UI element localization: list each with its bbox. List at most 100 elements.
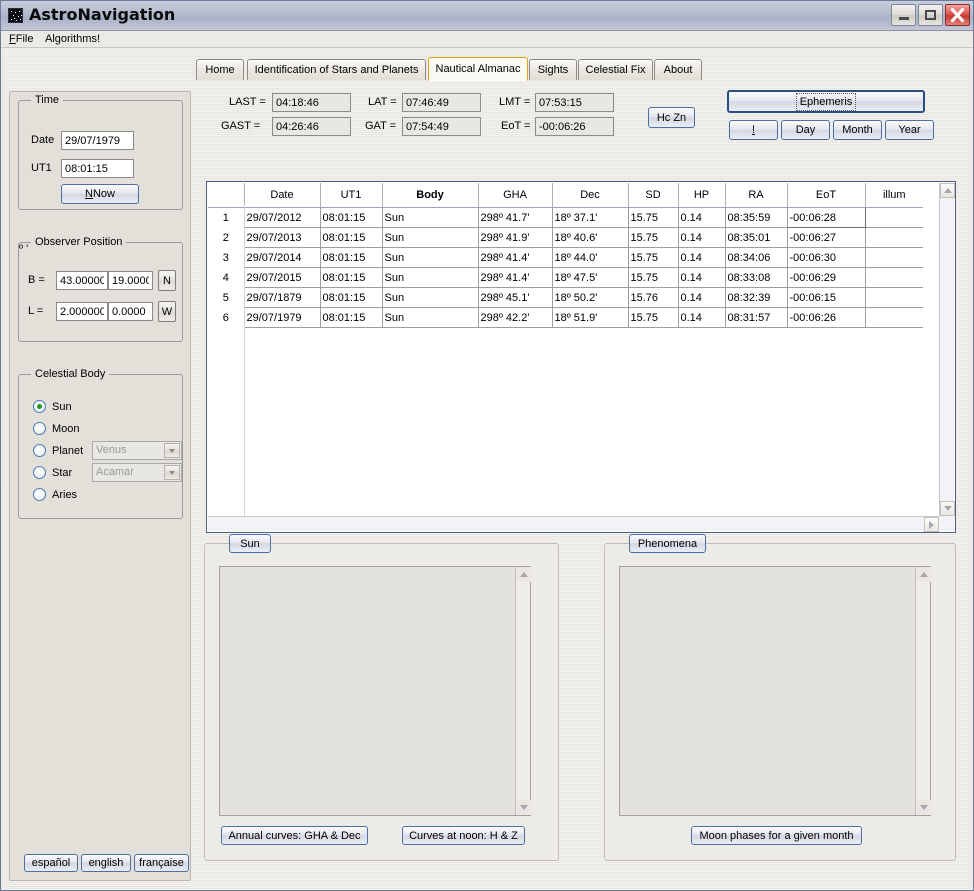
longitude-hemisphere-button[interactable]: W <box>158 301 176 322</box>
cell-body[interactable]: Sun <box>382 268 478 288</box>
sun-scroll-down-button[interactable] <box>516 800 531 815</box>
column-header-gha[interactable]: GHA <box>478 183 552 208</box>
cell-body[interactable]: Sun <box>382 288 478 308</box>
cell-illum[interactable] <box>865 248 923 268</box>
table-vertical-scrollbar[interactable] <box>939 183 954 516</box>
table-row[interactable]: 3 29/07/2014 08:01:15 Sun 298º 41.4' 18º… <box>208 248 923 268</box>
cell-dec[interactable]: 18º 37.1' <box>552 208 628 228</box>
scroll-down-button[interactable] <box>940 501 955 516</box>
cell-eot[interactable]: -00:06:29 <box>787 268 865 288</box>
gast-input[interactable] <box>272 117 351 136</box>
last-input[interactable] <box>272 93 351 112</box>
cell-dec[interactable]: 18º 44.0' <box>552 248 628 268</box>
table-row[interactable]: 2 29/07/2013 08:01:15 Sun 298º 41.9' 18º… <box>208 228 923 248</box>
sun-listbox[interactable] <box>219 566 531 816</box>
radio-star[interactable] <box>33 466 46 479</box>
period-button-month[interactable]: Month <box>833 120 882 140</box>
phenomena-scroll-down-button[interactable] <box>916 800 931 815</box>
period-button-exclamation[interactable]: ! <box>729 120 778 140</box>
table-row[interactable]: 5 29/07/1879 08:01:15 Sun 298º 45.1' 18º… <box>208 288 923 308</box>
sun-listbox-scrollbar[interactable] <box>515 567 530 815</box>
cell-illum[interactable] <box>865 288 923 308</box>
cell-eot[interactable]: -00:06:26 <box>787 308 865 328</box>
phenomena-scroll-up-button[interactable] <box>916 567 931 582</box>
table-row[interactable]: 4 29/07/2015 08:01:15 Sun 298º 41.4' 18º… <box>208 268 923 288</box>
cell-eot[interactable]: -00:06:30 <box>787 248 865 268</box>
cell-ut1[interactable]: 08:01:15 <box>320 228 382 248</box>
column-header-date[interactable]: Date <box>244 183 320 208</box>
column-header-ra[interactable]: RA <box>725 183 787 208</box>
minimize-button[interactable] <box>891 4 916 26</box>
language-button-francaise[interactable]: française <box>134 854 189 872</box>
cell-hp[interactable]: 0.14 <box>678 208 725 228</box>
gat-input[interactable] <box>402 117 481 136</box>
cell-gha[interactable]: 298º 41.7' <box>478 208 552 228</box>
column-header-body[interactable]: Body <box>382 183 478 208</box>
ephemeris-button[interactable]: Ephemeris <box>727 90 925 113</box>
cell-date[interactable]: 29/07/2014 <box>244 248 320 268</box>
tab-identification[interactable]: Identification of Stars and Planets <box>247 59 426 80</box>
radio-aries[interactable] <box>33 488 46 501</box>
cell-body[interactable]: Sun <box>382 308 478 328</box>
eot-input[interactable] <box>535 117 614 136</box>
annual-curves-button[interactable]: Annual curves: GHA & Dec <box>221 826 368 845</box>
cell-date[interactable]: 29/07/2013 <box>244 228 320 248</box>
table-row[interactable]: 1 29/07/2012 08:01:15 Sun 298º 41.7' 18º… <box>208 208 923 228</box>
cell-illum[interactable] <box>865 308 923 328</box>
column-header-sd[interactable]: SD <box>628 183 678 208</box>
lat-input[interactable] <box>402 93 481 112</box>
radio-planet[interactable] <box>33 444 46 457</box>
maximize-button[interactable] <box>918 4 943 26</box>
cell-ra[interactable]: 08:33:08 <box>725 268 787 288</box>
cell-body[interactable]: Sun <box>382 208 478 228</box>
sun-panel-header-button[interactable]: Sun <box>229 534 271 553</box>
column-header-dec[interactable]: Dec <box>552 183 628 208</box>
latitude-minutes-input[interactable] <box>108 271 153 290</box>
radio-sun[interactable] <box>33 400 46 413</box>
period-button-day[interactable]: Day <box>781 120 830 140</box>
cell-gha[interactable]: 298º 42.2' <box>478 308 552 328</box>
cell-eot[interactable]: -00:06:27 <box>787 228 865 248</box>
phenomena-panel-header-button[interactable]: Phenomena <box>629 534 706 553</box>
star-select[interactable]: Acamar <box>92 463 182 482</box>
tab-sights[interactable]: Sights <box>529 59 577 80</box>
cell-hp[interactable]: 0.14 <box>678 248 725 268</box>
phenomena-listbox[interactable] <box>619 566 931 816</box>
cell-ra[interactable]: 08:32:39 <box>725 288 787 308</box>
cell-sd[interactable]: 15.75 <box>628 228 678 248</box>
cell-dec[interactable]: 18º 47.5' <box>552 268 628 288</box>
cell-sd[interactable]: 15.75 <box>628 208 678 228</box>
cell-sd[interactable]: 15.75 <box>628 248 678 268</box>
cell-ut1[interactable]: 08:01:15 <box>320 308 382 328</box>
ut1-input[interactable] <box>61 159 134 178</box>
cell-body[interactable]: Sun <box>382 228 478 248</box>
language-button-espanol[interactable]: español <box>24 854 78 872</box>
tab-about[interactable]: About <box>654 59 702 80</box>
table-horizontal-scrollbar[interactable] <box>208 516 939 531</box>
cell-gha[interactable]: 298º 41.4' <box>478 248 552 268</box>
cell-gha[interactable]: 298º 45.1' <box>478 288 552 308</box>
cell-illum[interactable] <box>865 228 923 248</box>
cell-ra[interactable]: 08:35:59 <box>725 208 787 228</box>
longitude-degrees-input[interactable] <box>56 302 108 321</box>
column-header-illum[interactable]: illum <box>865 183 923 208</box>
cell-date[interactable]: 29/07/1979 <box>244 308 320 328</box>
cell-sd[interactable]: 15.76 <box>628 288 678 308</box>
tab-home[interactable]: Home <box>196 59 244 80</box>
cell-dec[interactable]: 18º 51.9' <box>552 308 628 328</box>
cell-date[interactable]: 29/07/2015 <box>244 268 320 288</box>
cell-gha[interactable]: 298º 41.9' <box>478 228 552 248</box>
cell-illum[interactable] <box>865 268 923 288</box>
tab-celestial-fix[interactable]: Celestial Fix <box>578 59 653 80</box>
planet-select[interactable]: Venus <box>92 441 182 460</box>
cell-ut1[interactable]: 08:01:15 <box>320 248 382 268</box>
cell-ut1[interactable]: 08:01:15 <box>320 208 382 228</box>
sun-scroll-up-button[interactable] <box>516 567 531 582</box>
moon-phases-button[interactable]: Moon phases for a given month <box>691 826 862 845</box>
cell-date[interactable]: 29/07/1879 <box>244 288 320 308</box>
table-row[interactable]: 6 29/07/1979 08:01:15 Sun 298º 42.2' 18º… <box>208 308 923 328</box>
cell-eot[interactable]: -00:06:15 <box>787 288 865 308</box>
phenomena-listbox-scrollbar[interactable] <box>915 567 930 815</box>
tab-nautical-almanac[interactable]: Nautical Almanac <box>428 57 528 81</box>
cell-gha[interactable]: 298º 41.4' <box>478 268 552 288</box>
